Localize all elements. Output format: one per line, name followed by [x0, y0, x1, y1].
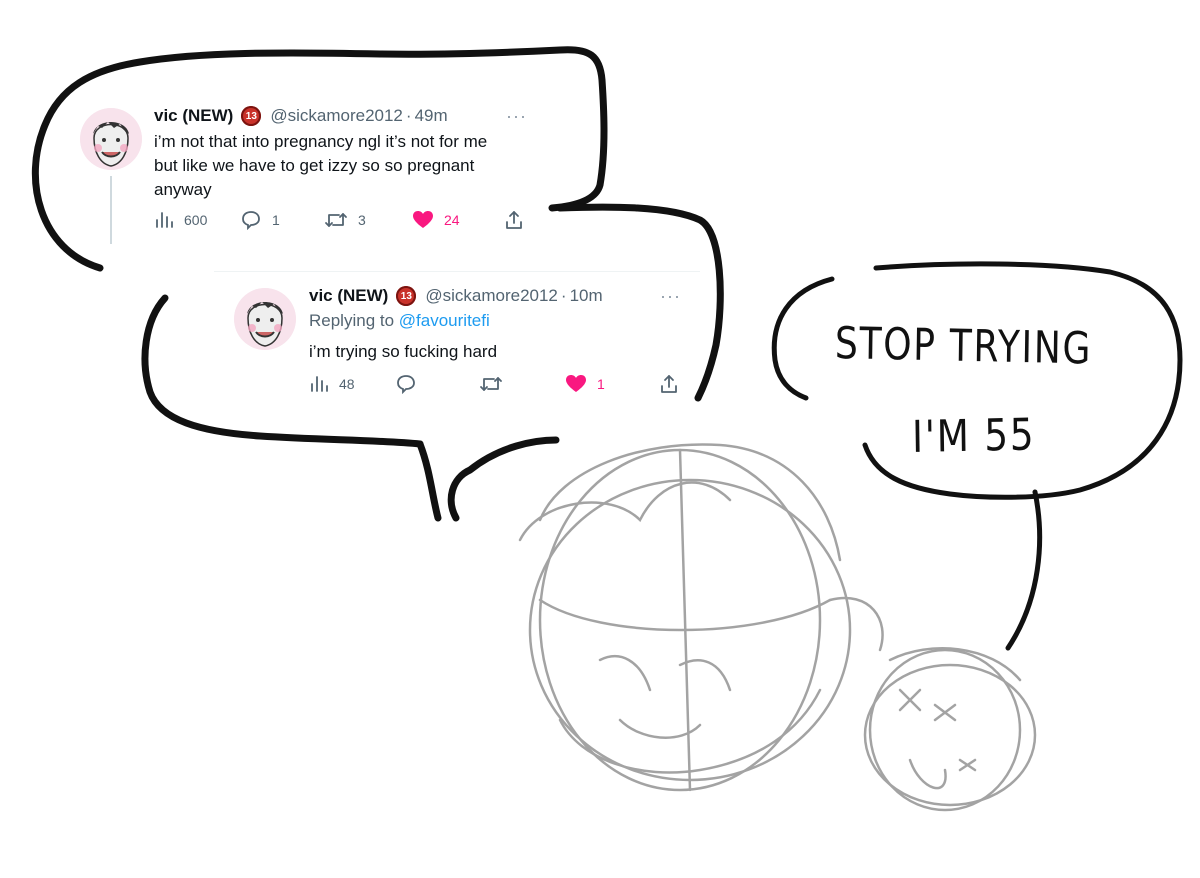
- tweet-actions: 600 1 3 24: [154, 210, 534, 234]
- large-sketch-character: [518, 443, 884, 792]
- display-name[interactable]: vic (NEW): [154, 106, 233, 126]
- retweet-icon: [325, 213, 347, 227]
- timestamp[interactable]: 49m: [415, 106, 448, 126]
- speech-line-1: STOP TRYING: [834, 318, 1093, 375]
- share-icon: [661, 375, 677, 393]
- avatar[interactable]: [80, 108, 142, 170]
- reply-count: 1: [272, 212, 280, 228]
- display-name[interactable]: vic (NEW): [309, 286, 388, 306]
- avatar-portrait-icon: [80, 108, 142, 170]
- share-button[interactable]: [659, 374, 679, 394]
- more-options-icon[interactable]: ···: [506, 106, 527, 127]
- separator: ·: [405, 106, 412, 125]
- speech-line-2: I'M 55: [911, 409, 1036, 463]
- share-button[interactable]: [504, 210, 524, 230]
- views-count: 48: [339, 376, 355, 392]
- like-button[interactable]: 24: [412, 210, 460, 230]
- retweet-button[interactable]: [479, 374, 503, 394]
- views-icon: [156, 212, 173, 228]
- views-stat[interactable]: 48: [309, 374, 355, 394]
- age-badge-icon: 13: [396, 286, 417, 306]
- reply-icon: [242, 211, 260, 230]
- separator: ·: [560, 286, 567, 305]
- views-icon: [311, 376, 328, 392]
- tweet-actions: 48 1: [309, 374, 689, 398]
- replying-prefix: Replying to: [309, 311, 399, 330]
- retweet-count: 3: [358, 212, 366, 228]
- reply-button[interactable]: [395, 374, 417, 394]
- mention-link[interactable]: @favouritefi: [399, 311, 490, 330]
- small-sketch-character: [863, 647, 1037, 812]
- tweet-text: i’m not that into pregnancy ngl it’s not…: [154, 132, 488, 199]
- timestamp[interactable]: 10m: [570, 286, 603, 306]
- share-icon: [506, 211, 522, 229]
- retweet-icon: [480, 377, 502, 391]
- views-count: 600: [184, 212, 208, 228]
- like-button[interactable]: 1: [565, 374, 605, 394]
- user-handle[interactable]: @sickamore2012: [270, 106, 403, 126]
- heart-icon: [413, 211, 433, 228]
- views-stat[interactable]: 600: [154, 210, 207, 230]
- avatar[interactable]: [234, 288, 296, 350]
- tweet-text: i’m trying so fucking hard: [309, 342, 498, 361]
- reply-button[interactable]: 1: [240, 210, 280, 230]
- more-options-icon[interactable]: ···: [660, 286, 681, 307]
- replying-to: Replying to @favouritefi: [309, 311, 490, 331]
- tweet-bubble-tail: [416, 436, 560, 522]
- retweet-button[interactable]: 3: [324, 210, 366, 230]
- reply-icon: [397, 375, 415, 394]
- age-badge-icon: 13: [241, 106, 262, 126]
- avatar-portrait-icon: [234, 288, 296, 350]
- like-count: 1: [597, 376, 605, 392]
- heart-icon: [566, 375, 586, 392]
- thread-line: [110, 176, 112, 244]
- user-handle[interactable]: @sickamore2012: [425, 286, 558, 306]
- speech-bubble-outline: [771, 261, 1183, 500]
- tweet-divider: [214, 271, 700, 272]
- like-count: 24: [444, 212, 460, 228]
- speech-bubble-tail: [1005, 489, 1043, 651]
